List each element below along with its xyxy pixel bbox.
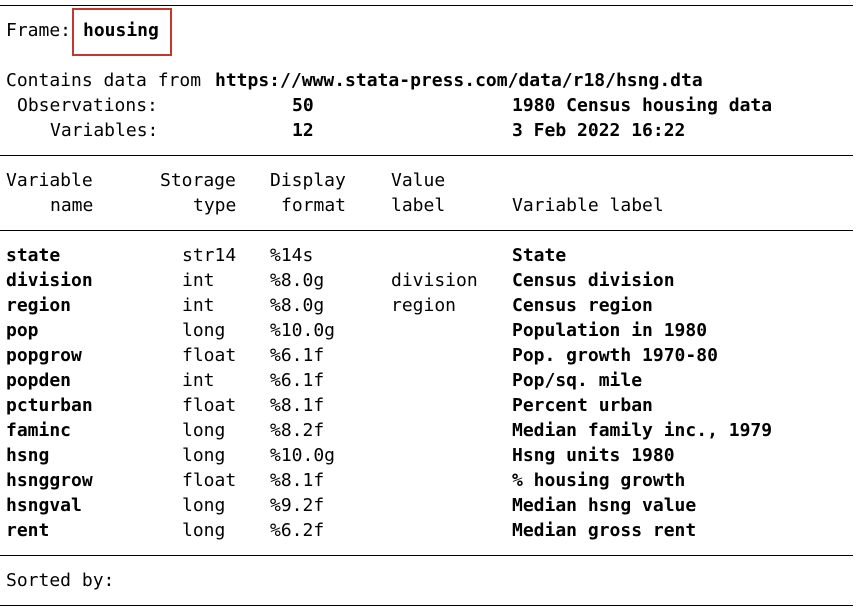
variables-label: Variables:	[50, 120, 159, 141]
header-rule	[0, 155, 853, 156]
variable-name: rent	[6, 520, 50, 541]
col-varlabel-header: Variable label	[512, 195, 664, 216]
variable-name: popgrow	[6, 345, 82, 366]
variable-label: Census division	[512, 270, 675, 291]
storage-type: long	[182, 445, 226, 466]
variable-label: Median family inc., 1979	[512, 420, 773, 441]
col-format-header: format	[281, 195, 347, 216]
storage-type: int	[182, 270, 215, 291]
variable-name: pop	[6, 320, 39, 341]
storage-type: float	[182, 345, 237, 366]
frame-label: Frame:	[6, 20, 72, 41]
col-name-header: name	[50, 195, 94, 216]
col-variable-header: Variable	[6, 170, 93, 191]
variable-name: hsng	[6, 445, 50, 466]
variable-label: Percent urban	[512, 395, 653, 416]
frame-highlight-box	[72, 8, 172, 56]
variable-label: Census region	[512, 295, 653, 316]
display-format: %6.2f	[270, 520, 325, 541]
table-bottom-rule	[0, 555, 853, 556]
variable-name: popden	[6, 370, 72, 391]
variable-name: pcturban	[6, 395, 93, 416]
storage-type: long	[182, 420, 226, 441]
display-format: %8.0g	[270, 270, 325, 291]
value-label: region	[391, 295, 457, 316]
storage-type: int	[182, 370, 215, 391]
variable-label: Population in 1980	[512, 320, 708, 341]
variable-name: hsnggrow	[6, 470, 93, 491]
variable-label: Hsng units 1980	[512, 445, 675, 466]
variable-label: State	[512, 245, 567, 266]
columns-rule	[0, 230, 853, 231]
observations-label: Observations:	[17, 95, 158, 116]
display-format: %8.1f	[270, 470, 325, 491]
variables-value: 12	[292, 120, 314, 141]
display-format: %10.0g	[270, 320, 336, 341]
display-format: %6.1f	[270, 345, 325, 366]
display-format: %8.0g	[270, 295, 325, 316]
variable-label: Median hsng value	[512, 495, 697, 516]
variable-name: division	[6, 270, 93, 291]
col-storage-header: Storage	[160, 170, 236, 191]
col-value-header: Value	[391, 170, 446, 191]
top-rule	[0, 5, 853, 6]
storage-type: long	[182, 320, 226, 341]
dataset-label: 1980 Census housing data	[512, 95, 773, 116]
variable-name: state	[6, 245, 61, 266]
variable-label: % housing growth	[512, 470, 686, 491]
variable-name: region	[6, 295, 72, 316]
contains-prefix: Contains data from	[6, 70, 202, 91]
storage-type: int	[182, 295, 215, 316]
display-format: %10.0g	[270, 445, 336, 466]
display-format: %14s	[270, 245, 314, 266]
storage-type: long	[182, 495, 226, 516]
variable-label: Median gross rent	[512, 520, 697, 541]
col-display-header: Display	[270, 170, 346, 191]
variable-label: Pop/sq. mile	[512, 370, 643, 391]
display-format: %8.1f	[270, 395, 325, 416]
storage-type: str14	[182, 245, 237, 266]
timestamp: 3 Feb 2022 16:22	[512, 120, 686, 141]
display-format: %6.1f	[270, 370, 325, 391]
sorted-by-label: Sorted by:	[6, 570, 115, 591]
variable-name: faminc	[6, 420, 72, 441]
bottom-rule	[0, 605, 853, 606]
display-format: %9.2f	[270, 495, 325, 516]
storage-type: float	[182, 470, 237, 491]
col-type-header: type	[193, 195, 237, 216]
display-format: %8.2f	[270, 420, 325, 441]
variable-name: hsngval	[6, 495, 82, 516]
storage-type: long	[182, 520, 226, 541]
observations-value: 50	[292, 95, 314, 116]
variable-label: Pop. growth 1970-80	[512, 345, 718, 366]
col-vlabel-header: label	[391, 195, 446, 216]
storage-type: float	[182, 395, 237, 416]
value-label: division	[391, 270, 478, 291]
source-url: https://www.stata-press.com/data/r18/hsn…	[215, 70, 703, 91]
